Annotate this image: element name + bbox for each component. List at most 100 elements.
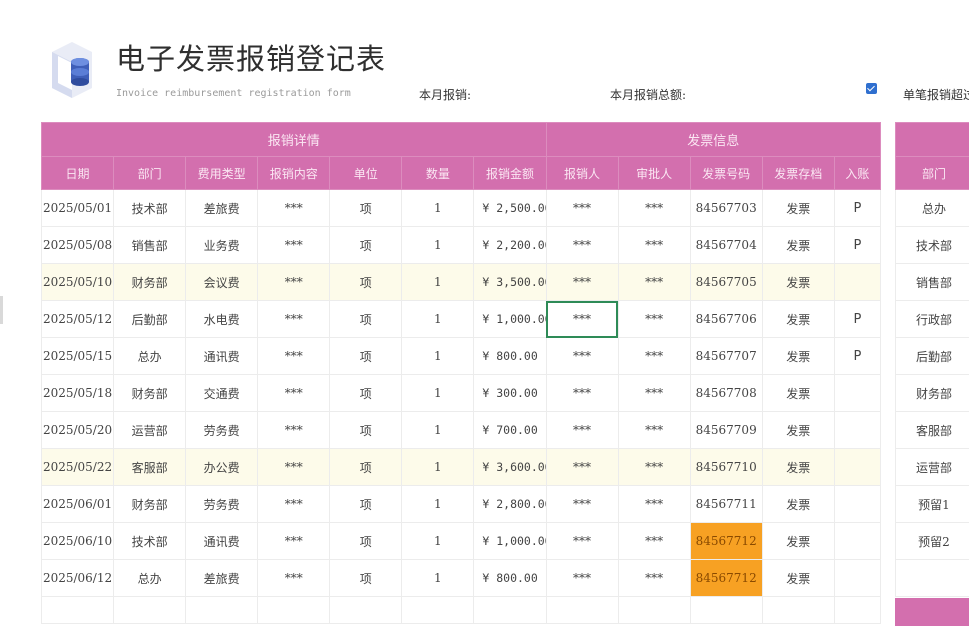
cell-content[interactable]: *** (257, 263, 331, 301)
cell-amount[interactable]: ¥ 3,600.00 (473, 448, 547, 486)
cell-dept[interactable]: 技术部 (113, 522, 187, 560)
cell-entry[interactable] (833, 559, 882, 597)
empty-cell[interactable] (895, 559, 969, 597)
column-header[interactable]: 入账 (833, 156, 882, 190)
cell-unit[interactable]: 项 (329, 559, 403, 597)
cell-unit[interactable]: 项 (329, 226, 403, 264)
cell-content[interactable]: *** (257, 448, 331, 486)
cell-invoice[interactable]: 84567706 (689, 300, 763, 338)
cell-approver[interactable]: *** (617, 189, 691, 227)
cell-invoice[interactable]: 84567709 (689, 411, 763, 449)
cell-qty[interactable]: 1 (401, 485, 475, 523)
cell-dept[interactable]: 总办 (113, 559, 187, 597)
cell-entry[interactable]: P (833, 300, 882, 338)
cell-unit[interactable]: 项 (329, 337, 403, 375)
cell-archive[interactable]: 发票 (761, 411, 835, 449)
empty-cell[interactable] (617, 596, 691, 624)
side-cell-department[interactable]: 行政部 (895, 300, 969, 338)
cell-date[interactable]: 2025/05/22 (40, 448, 115, 486)
cell-invoice[interactable]: 84567703 (689, 189, 763, 227)
cell-amount[interactable]: ¥ 300.00 (473, 374, 547, 412)
cell-entry[interactable]: P (833, 226, 882, 264)
cell-qty[interactable]: 1 (401, 411, 475, 449)
cell-amount[interactable]: ¥ 700.00 (473, 411, 547, 449)
cell-entry[interactable] (833, 448, 882, 486)
empty-cell[interactable] (761, 596, 835, 624)
cell-entry[interactable]: P (833, 337, 882, 375)
cell-date[interactable]: 2025/05/12 (40, 300, 115, 338)
cell-amount[interactable]: ¥ 2,500.00 (473, 189, 547, 227)
cell-archive[interactable]: 发票 (761, 374, 835, 412)
cell-date[interactable]: 2025/05/08 (40, 226, 115, 264)
empty-cell[interactable] (473, 596, 547, 624)
empty-cell[interactable] (185, 596, 259, 624)
cell-applicant[interactable]: *** (545, 485, 619, 523)
cell-qty[interactable]: 1 (401, 226, 475, 264)
cell-entry[interactable]: P (833, 189, 882, 227)
cell-qty[interactable]: 1 (401, 448, 475, 486)
cell-dept[interactable]: 销售部 (113, 226, 187, 264)
cell-qty[interactable]: 1 (401, 300, 475, 338)
cell-applicant[interactable]: *** (545, 559, 619, 597)
cell-archive[interactable]: 发票 (761, 263, 835, 301)
cell-invoice[interactable]: 84567711 (689, 485, 763, 523)
cell-archive[interactable]: 发票 (761, 337, 835, 375)
cell-content[interactable]: *** (257, 226, 331, 264)
cell-entry[interactable] (833, 263, 882, 301)
cell-invoice[interactable]: 84567710 (689, 448, 763, 486)
cell-approver[interactable]: *** (617, 374, 691, 412)
cell-unit[interactable]: 项 (329, 374, 403, 412)
side-cell-department[interactable]: 后勤部 (895, 337, 969, 375)
column-header[interactable]: 审批人 (617, 156, 691, 190)
cell-qty[interactable]: 1 (401, 559, 475, 597)
empty-cell[interactable] (401, 596, 475, 624)
cell-type[interactable]: 业务费 (185, 226, 259, 264)
cell-date[interactable]: 2025/06/01 (40, 485, 115, 523)
cell-applicant[interactable]: *** (545, 448, 619, 486)
side-cell-department[interactable]: 销售部 (895, 263, 969, 301)
cell-unit[interactable]: 项 (329, 485, 403, 523)
cell-type[interactable]: 通讯费 (185, 522, 259, 560)
cell-invoice[interactable]: 84567712 (689, 522, 763, 560)
cell-date[interactable]: 2025/05/18 (40, 374, 115, 412)
cell-unit[interactable]: 项 (329, 522, 403, 560)
empty-cell[interactable] (329, 596, 403, 624)
cell-unit[interactable]: 项 (329, 411, 403, 449)
cell-approver[interactable]: *** (617, 263, 691, 301)
cell-type[interactable]: 会议费 (185, 263, 259, 301)
column-header[interactable]: 发票存档 (761, 156, 835, 190)
cell-date[interactable]: 2025/05/15 (40, 337, 115, 375)
cell-content[interactable]: *** (257, 411, 331, 449)
cell-content[interactable]: *** (257, 300, 331, 338)
cell-invoice[interactable]: 84567704 (689, 226, 763, 264)
cell-qty[interactable]: 1 (401, 263, 475, 301)
cell-amount[interactable]: ¥ 3,500.00 (473, 263, 547, 301)
cell-unit[interactable]: 项 (329, 189, 403, 227)
cell-type[interactable]: 劳务费 (185, 411, 259, 449)
cell-content[interactable]: *** (257, 559, 331, 597)
column-header[interactable]: 发票号码 (689, 156, 763, 190)
cell-date[interactable]: 2025/05/20 (40, 411, 115, 449)
cell-date[interactable]: 2025/05/10 (40, 263, 115, 301)
cell-applicant[interactable]: *** (545, 374, 619, 412)
side-cell-department[interactable]: 客服部 (895, 411, 969, 449)
side-cell-department[interactable]: 技术部 (895, 226, 969, 264)
cell-amount[interactable]: ¥ 2,800.00 (473, 485, 547, 523)
cell-type[interactable]: 交通费 (185, 374, 259, 412)
cell-qty[interactable]: 1 (401, 374, 475, 412)
empty-cell[interactable] (40, 596, 115, 624)
side-cell-department[interactable]: 总办 (895, 189, 969, 227)
cell-archive[interactable]: 发票 (761, 448, 835, 486)
cell-unit[interactable]: 项 (329, 263, 403, 301)
cell-entry[interactable] (833, 522, 882, 560)
cell-approver[interactable]: *** (617, 448, 691, 486)
cell-date[interactable]: 2025/05/01 (40, 189, 115, 227)
cell-applicant[interactable]: *** (545, 189, 619, 227)
cell-unit[interactable]: 项 (329, 448, 403, 486)
cell-content[interactable]: *** (257, 189, 331, 227)
cell-applicant[interactable]: *** (545, 337, 619, 375)
cell-qty[interactable]: 1 (401, 337, 475, 375)
empty-cell[interactable] (113, 596, 187, 624)
cell-amount[interactable]: ¥ 1,000.00 (473, 300, 547, 338)
cell-approver[interactable]: *** (617, 411, 691, 449)
